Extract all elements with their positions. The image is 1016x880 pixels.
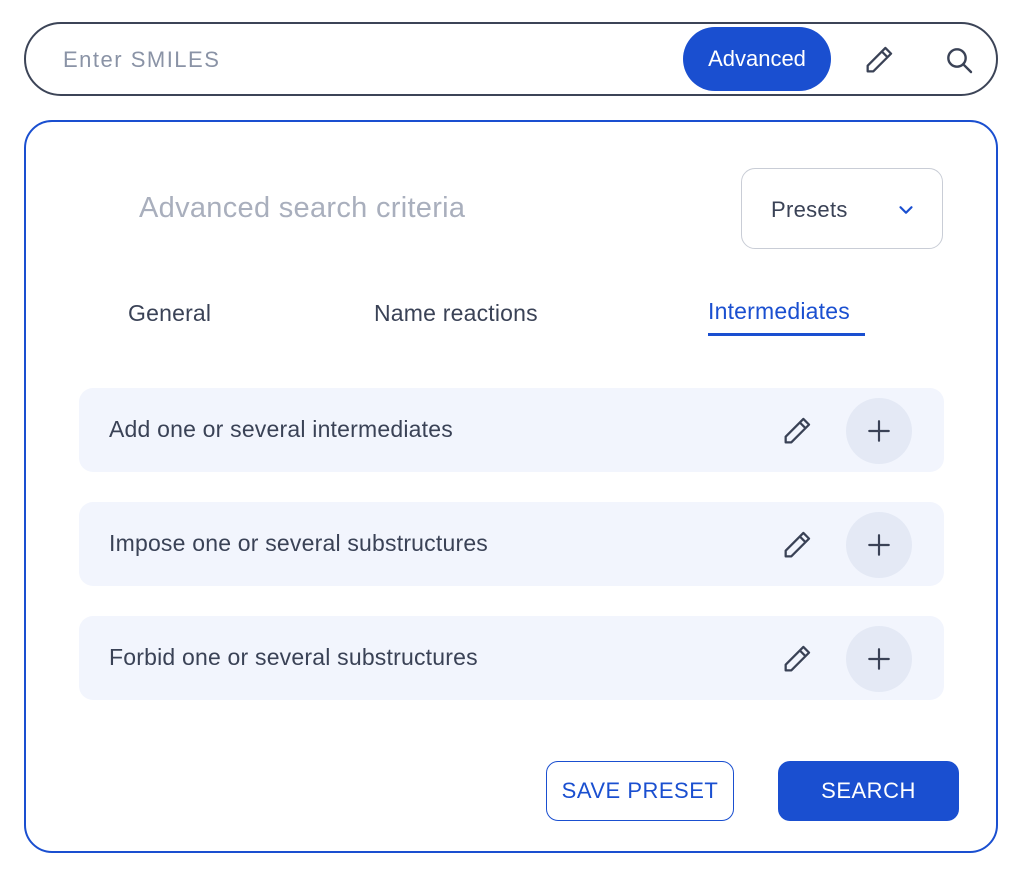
- plus-icon: [868, 420, 890, 442]
- smiles-search-bar: Advanced: [24, 22, 998, 96]
- row-label: Add one or several intermediates: [109, 416, 453, 442]
- advanced-button[interactable]: Advanced: [683, 27, 831, 91]
- tab-intermediates[interactable]: Intermediates: [708, 298, 850, 325]
- criteria-row-intermediates: Add one or several intermediates: [79, 388, 944, 472]
- criteria-row-impose-substructures: Impose one or several substructures: [79, 502, 944, 586]
- search-button[interactable]: SEARCH: [778, 761, 959, 821]
- criteria-row-forbid-substructures: Forbid one or several substructures: [79, 616, 944, 700]
- pencil-icon[interactable]: [779, 527, 815, 563]
- pencil-icon[interactable]: [779, 641, 815, 677]
- save-preset-button[interactable]: SAVE PRESET: [546, 761, 734, 821]
- tab-name-reactions[interactable]: Name reactions: [374, 300, 538, 327]
- smiles-input[interactable]: [63, 44, 663, 76]
- active-tab-indicator: [708, 333, 865, 336]
- presets-label: Presets: [771, 197, 848, 222]
- add-forbidden-substructure-button[interactable]: [846, 626, 912, 692]
- row-label: Forbid one or several substructures: [109, 644, 478, 670]
- chevron-down-icon: [895, 199, 917, 221]
- search-icon[interactable]: [941, 42, 977, 78]
- row-label: Impose one or several substructures: [109, 530, 489, 556]
- presets-dropdown[interactable]: Presets: [741, 168, 943, 249]
- add-intermediate-button[interactable]: [846, 398, 912, 464]
- plus-icon: [868, 648, 890, 670]
- plus-icon: [868, 534, 890, 556]
- pencil-icon[interactable]: [779, 413, 815, 449]
- panel-title: Advanced search criteria: [139, 192, 466, 224]
- advanced-search-panel: Advanced search criteria Presets General…: [24, 120, 998, 853]
- tab-general[interactable]: General: [128, 300, 211, 327]
- add-imposed-substructure-button[interactable]: [846, 512, 912, 578]
- pencil-icon[interactable]: [860, 41, 898, 79]
